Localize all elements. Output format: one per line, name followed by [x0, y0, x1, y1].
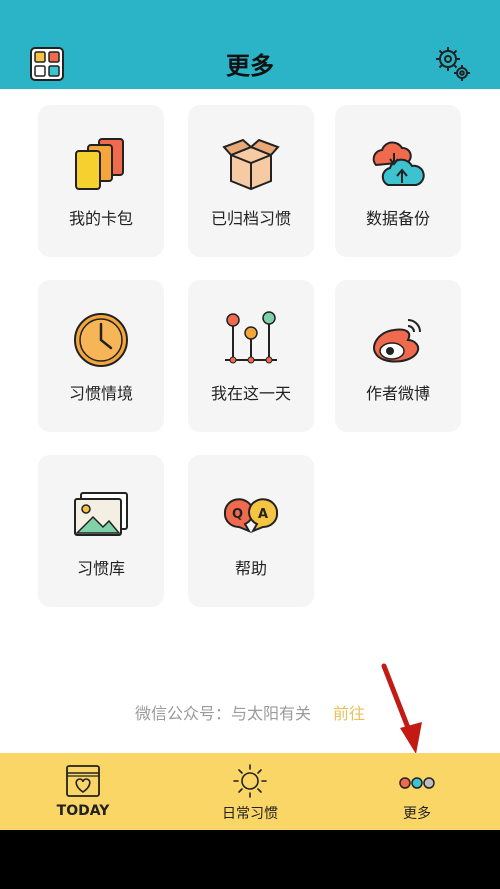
calendar-heart-icon	[66, 765, 100, 797]
wechat-account-text: 微信公众号：与太阳有关	[134, 704, 311, 723]
sun-icon	[233, 764, 267, 798]
tile-my-cards[interactable]: 我的卡包	[38, 105, 164, 257]
clock-icon	[74, 313, 128, 367]
tile-label: 我的卡包	[68, 209, 133, 228]
tab-daily-habits[interactable]: 日常习惯	[167, 753, 333, 830]
tab-label: TODAY	[56, 803, 110, 819]
tab-label: 日常习惯	[222, 806, 278, 822]
tile-habit-context[interactable]: 习惯情境	[38, 280, 164, 432]
tile-help[interactable]: Q A 帮助	[188, 455, 314, 607]
bottom-tab-bar: TODAY 日常习惯 更多	[0, 753, 500, 830]
page-title: 更多	[226, 52, 274, 80]
cloud-backup-icon	[372, 141, 425, 186]
svg-text:A: A	[258, 507, 268, 522]
tile-habit-library[interactable]: 习惯库	[38, 455, 164, 607]
tile-data-backup[interactable]: 数据备份	[335, 105, 461, 257]
archive-box-icon	[222, 138, 280, 191]
red-arrow-annotation	[381, 663, 422, 754]
wechat-go-link[interactable]: 前往	[333, 704, 365, 723]
tile-label: 帮助	[234, 559, 267, 578]
tile-on-this-day[interactable]: 我在这一天	[188, 280, 314, 432]
gallery-icon	[74, 492, 128, 536]
tab-label: 更多	[403, 806, 431, 822]
svg-text:Q: Q	[232, 507, 243, 522]
settings-gear-icon[interactable]	[434, 45, 472, 83]
cards-icon	[75, 138, 124, 190]
tile-label: 已归档习惯	[210, 209, 291, 228]
weibo-icon	[373, 319, 421, 363]
three-dots-icon	[399, 777, 435, 789]
system-nav-area	[0, 830, 500, 889]
timeline-icon	[225, 311, 277, 364]
tab-today[interactable]: TODAY	[0, 753, 166, 830]
tile-label: 数据备份	[365, 209, 430, 228]
tile-label: 习惯库	[76, 559, 125, 578]
tile-archived-habits[interactable]: 已归档习惯	[188, 105, 314, 257]
top-header: 更多	[0, 0, 500, 89]
tile-author-weibo[interactable]: 作者微博	[335, 280, 461, 432]
tile-label: 作者微博	[365, 384, 430, 403]
tile-label: 习惯情境	[68, 384, 133, 403]
tile-label: 我在这一天	[210, 384, 291, 403]
qa-bubbles-icon: Q A	[223, 498, 279, 533]
tab-more[interactable]: 更多	[334, 753, 500, 830]
